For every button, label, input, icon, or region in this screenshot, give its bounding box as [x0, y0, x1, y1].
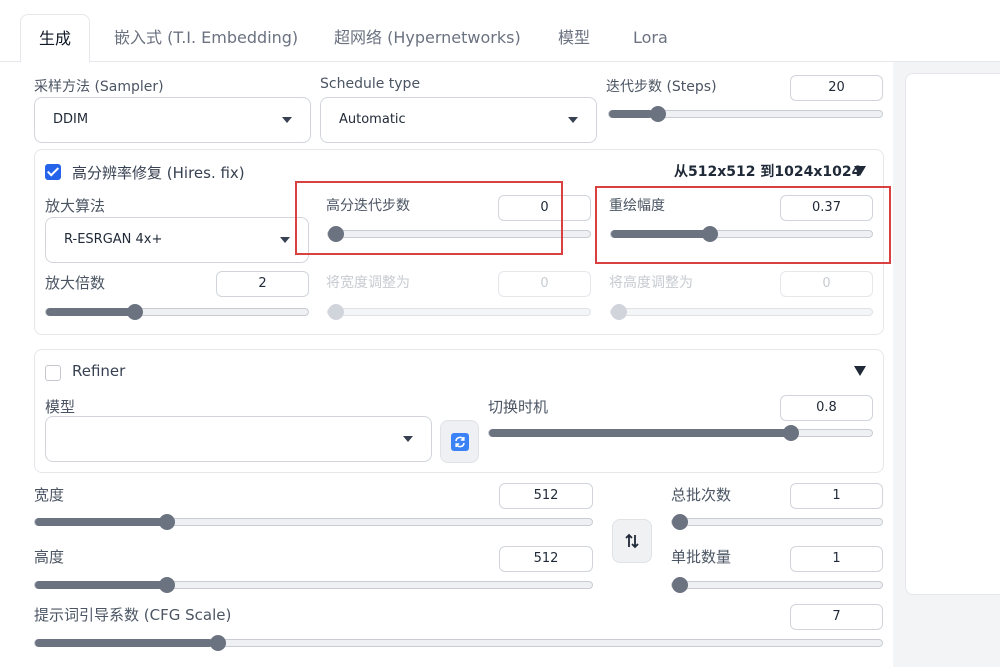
batch-size-slider[interactable]: [671, 577, 883, 593]
upscale-by-slider[interactable]: [45, 304, 309, 320]
collapse-icon[interactable]: [854, 166, 866, 176]
schedule-value: Automatic: [339, 112, 406, 127]
switch-at-label: 切换时机: [488, 398, 549, 416]
refresh-icon: [450, 432, 469, 451]
schedule-label: Schedule type: [320, 76, 421, 92]
refiner-model-label: 模型: [45, 398, 76, 416]
swap-dimensions-button[interactable]: [612, 519, 652, 563]
width-input[interactable]: 512: [499, 483, 593, 509]
tab-lora[interactable]: Lora: [633, 14, 668, 62]
tab-embedding[interactable]: 嵌入式 (T.I. Embedding): [114, 14, 298, 62]
cfg-scale-slider[interactable]: [34, 635, 883, 651]
batch-count-input[interactable]: 1: [790, 483, 883, 509]
highlight-box-hires-steps: [295, 181, 563, 255]
chevron-down-icon: [280, 237, 290, 243]
tab-bar: 生成 嵌入式 (T.I. Embedding) 超网络 (Hypernetwor…: [0, 0, 1000, 63]
width-slider[interactable]: [34, 514, 593, 530]
collapse-icon[interactable]: [854, 366, 866, 376]
height-label: 高度: [34, 548, 65, 566]
refiner-label: Refiner: [72, 362, 126, 380]
slider-thumb[interactable]: [209, 635, 226, 651]
output-gallery: [905, 73, 1000, 595]
tab-models[interactable]: 模型: [558, 14, 590, 62]
upscaler-label: 放大算法: [45, 197, 106, 215]
height-input[interactable]: 512: [499, 546, 593, 572]
sampler-value: DDIM: [53, 112, 89, 127]
refresh-button[interactable]: [440, 420, 479, 463]
upscaler-value: R-ESRGAN 4x+: [64, 232, 163, 247]
cfg-scale-input[interactable]: 7: [790, 604, 883, 630]
switch-at-slider[interactable]: [488, 425, 873, 441]
width-label: 宽度: [34, 486, 65, 504]
resize-height-label: 将高度调整为: [609, 275, 693, 291]
refiner-checkbox[interactable]: [45, 365, 61, 381]
upscale-by-label: 放大倍数: [45, 274, 106, 292]
tab-generate[interactable]: 生成: [20, 14, 91, 63]
schedule-select[interactable]: Automatic: [320, 97, 597, 143]
refiner-model-select[interactable]: [45, 416, 432, 462]
slider-thumb[interactable]: [672, 514, 688, 530]
steps-slider[interactable]: [608, 106, 883, 122]
chevron-down-icon: [282, 117, 292, 123]
switch-at-input[interactable]: 0.8: [780, 395, 873, 421]
slider-thumb[interactable]: [782, 425, 799, 441]
resize-width-label: 将宽度调整为: [326, 275, 410, 291]
steps-input[interactable]: 20: [790, 75, 883, 101]
resize-height-input[interactable]: 0: [780, 271, 873, 297]
highlight-box-denoise: [595, 186, 891, 264]
hires-fix-label: 高分辨率修复 (Hires. fix): [72, 164, 245, 182]
cfg-scale-label: 提示词引导系数 (CFG Scale): [34, 606, 232, 624]
swap-icon: [625, 533, 639, 549]
tab-hypernetworks[interactable]: 超网络 (Hypernetworks): [334, 14, 521, 62]
hires-fix-summary: 从512x512 到1024x1024: [674, 164, 862, 180]
steps-label: 迭代步数 (Steps): [606, 79, 717, 95]
upscale-by-input[interactable]: 2: [216, 271, 309, 297]
batch-size-input[interactable]: 1: [790, 546, 883, 572]
hires-fix-checkbox[interactable]: [45, 164, 61, 180]
batch-size-label: 单批数量: [671, 548, 732, 566]
batch-count-label: 总批次数: [671, 486, 732, 504]
slider-thumb[interactable]: [328, 304, 344, 320]
resize-width-slider[interactable]: [327, 304, 591, 320]
chevron-down-icon: [568, 117, 578, 123]
upscaler-select[interactable]: R-ESRGAN 4x+: [45, 217, 309, 263]
slider-thumb[interactable]: [159, 514, 176, 530]
resize-height-slider[interactable]: [610, 304, 873, 320]
slider-thumb[interactable]: [650, 106, 667, 122]
slider-thumb[interactable]: [611, 304, 627, 320]
sampler-select[interactable]: DDIM: [34, 97, 311, 143]
slider-thumb[interactable]: [672, 577, 688, 593]
batch-count-slider[interactable]: [671, 514, 883, 530]
sampler-label: 采样方法 (Sampler): [34, 79, 164, 95]
resize-width-input[interactable]: 0: [498, 271, 591, 297]
chevron-down-icon: [403, 436, 413, 442]
height-slider[interactable]: [34, 577, 593, 593]
slider-thumb[interactable]: [159, 577, 176, 593]
